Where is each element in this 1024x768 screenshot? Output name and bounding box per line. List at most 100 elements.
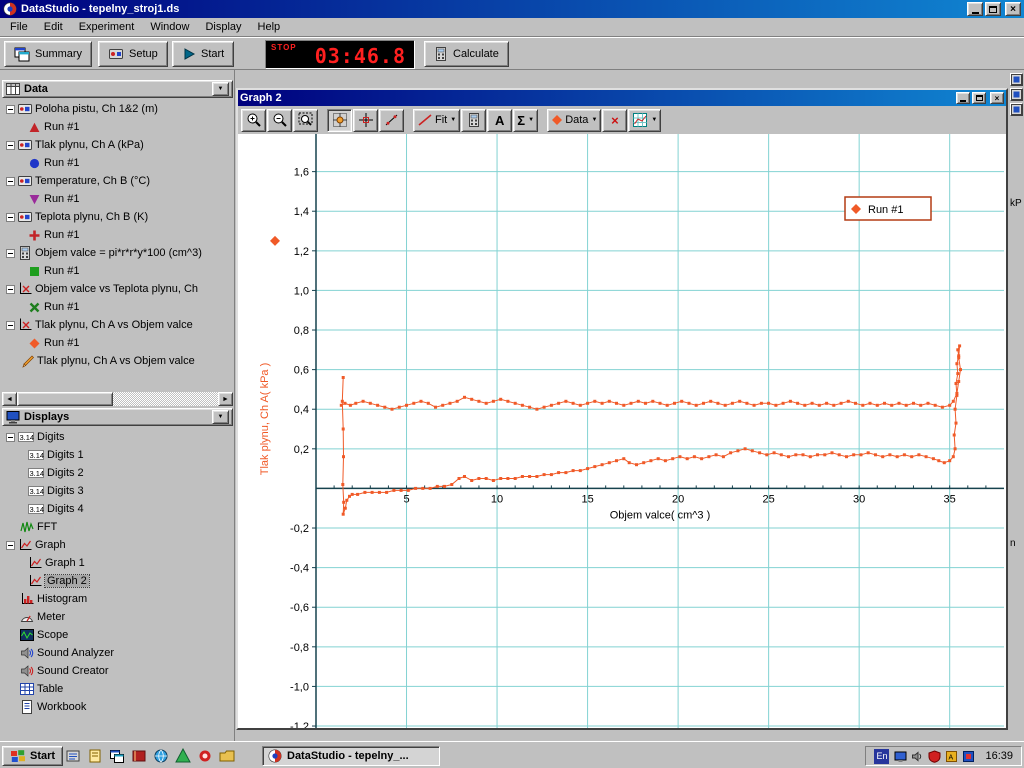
data-item-run-1[interactable]: Run #1	[2, 190, 233, 208]
data-section-header[interactable]: Data ▼	[2, 80, 233, 98]
display-item-scope[interactable]: Scope	[2, 626, 233, 644]
zoom-select-button[interactable]	[293, 109, 318, 132]
scrollbar-track[interactable]	[17, 392, 218, 406]
maximize-button[interactable]	[985, 2, 1001, 16]
display-item-sound-creator[interactable]: Sound Creator	[2, 662, 233, 680]
menu-experiment[interactable]: Experiment	[71, 19, 143, 35]
data-item-tlak-plynu-ch-a-vs-objem-valce[interactable]: Tlak plynu, Ch A vs Objem valce	[2, 316, 233, 334]
taskbar-task-datastudio[interactable]: DataStudio - tepelny_...	[262, 746, 440, 766]
collapse-toggle-icon[interactable]	[6, 213, 15, 222]
data-item-poloha-pistu-ch-1-2-m[interactable]: Poloha pistu, Ch 1&2 (m)	[2, 100, 233, 118]
collapse-toggle-icon[interactable]	[6, 249, 15, 258]
display-item-digits-1[interactable]: 3.14Digits 1	[2, 446, 233, 464]
data-item-objem-valce-vs-teplota-plynu-ch[interactable]: Objem valce vs Teplota plynu, Ch	[2, 280, 233, 298]
data-item-run-1[interactable]: Run #1	[2, 334, 233, 352]
tray-display-icon[interactable]	[894, 750, 907, 763]
calculator-tool-button[interactable]	[461, 109, 486, 132]
background-window-button-2[interactable]	[1010, 88, 1023, 101]
smart-tool-button[interactable]	[353, 109, 378, 132]
scrollbar-thumb[interactable]	[17, 392, 113, 406]
displays-section-header[interactable]: Displays ▼	[2, 408, 233, 426]
remove-data-button[interactable]: ×	[602, 109, 627, 132]
graph2-titlebar[interactable]: Graph 2 ×	[238, 90, 1006, 106]
display-item-graph[interactable]: Graph	[2, 536, 233, 554]
display-item-fft[interactable]: FFT	[2, 518, 233, 536]
background-window-button-3[interactable]	[1010, 103, 1023, 116]
data-item-objem-valce-pi-r-r-y-100-cm-3[interactable]: Objem valce = pi*r*r*y*100 (cm^3)	[2, 244, 233, 262]
graph2-close-button[interactable]: ×	[990, 92, 1004, 104]
statistics-menu-button[interactable]: Σ▼	[513, 109, 538, 132]
quicklaunch-6-icon[interactable]	[174, 747, 191, 764]
collapse-toggle-icon[interactable]	[6, 141, 15, 150]
setup-button[interactable]: Setup	[98, 41, 168, 67]
quicklaunch-1-icon[interactable]	[64, 747, 81, 764]
close-button[interactable]: ×	[1005, 2, 1021, 16]
data-item-run-1[interactable]: Run #1	[2, 298, 233, 316]
menu-window[interactable]: Window	[142, 19, 197, 35]
summary-button[interactable]: Summary	[4, 41, 92, 67]
start-experiment-button[interactable]: Start	[172, 41, 234, 67]
graph2-maximize-button[interactable]	[972, 92, 986, 104]
quicklaunch-7-icon[interactable]	[196, 747, 213, 764]
display-item-sound-analyzer[interactable]: Sound Analyzer	[2, 644, 233, 662]
background-window-button-1[interactable]	[1010, 73, 1023, 86]
data-item-teplota-plynu-ch-b-k[interactable]: Teplota plynu, Ch B (K)	[2, 208, 233, 226]
quicklaunch-8-icon[interactable]	[218, 747, 235, 764]
data-menu-button[interactable]: Data▼	[547, 109, 601, 132]
display-item-table[interactable]: Table	[2, 680, 233, 698]
data-item-run-1[interactable]: Run #1	[2, 262, 233, 280]
text-annotation-button[interactable]: A	[487, 109, 512, 132]
quicklaunch-3-icon[interactable]	[108, 747, 125, 764]
data-item-run-1[interactable]: Run #1	[2, 226, 233, 244]
fit-menu-button[interactable]: Fit▼	[413, 109, 460, 132]
display-item-graph-2[interactable]: Graph 2	[2, 572, 233, 590]
scroll-left-button[interactable]: ◄	[2, 392, 17, 406]
quicklaunch-5-icon[interactable]	[152, 747, 169, 764]
display-item-digits[interactable]: 3.14Digits	[2, 428, 233, 446]
display-item-meter[interactable]: Meter	[2, 608, 233, 626]
calculate-button[interactable]: Calculate	[424, 41, 509, 67]
data-item-tlak-plynu-ch-a-kpa[interactable]: Tlak plynu, Ch A (kPa)	[2, 136, 233, 154]
tray-volume-icon[interactable]	[911, 750, 924, 763]
scroll-right-button[interactable]: ►	[218, 392, 233, 406]
menu-help[interactable]: Help	[250, 19, 289, 35]
menu-edit[interactable]: Edit	[36, 19, 71, 35]
display-item-digits-2[interactable]: 3.14Digits 2	[2, 464, 233, 482]
zoom-out-button[interactable]	[267, 109, 292, 132]
minimize-button[interactable]	[967, 2, 983, 16]
data-item-temperature-ch-b-c[interactable]: Temperature, Ch B (°C)	[2, 172, 233, 190]
quicklaunch-2-icon[interactable]	[86, 747, 103, 764]
tray-app-a-icon[interactable]: A	[945, 750, 958, 763]
collapse-toggle-icon[interactable]	[6, 285, 15, 294]
collapse-toggle-icon[interactable]	[6, 541, 15, 550]
start-button[interactable]: Start	[2, 746, 63, 766]
data-item-run-1[interactable]: Run #1	[2, 154, 233, 172]
zoom-in-button[interactable]	[241, 109, 266, 132]
data-tree-hscrollbar[interactable]: ◄ ►	[2, 392, 233, 406]
quicklaunch-4-icon[interactable]	[130, 747, 147, 764]
graph-settings-menu-button[interactable]: ▼	[628, 109, 661, 132]
language-indicator[interactable]: En	[874, 749, 889, 764]
collapse-toggle-icon[interactable]	[6, 177, 15, 186]
tray-shield-icon[interactable]	[928, 750, 941, 763]
display-item-digits-4[interactable]: 3.14Digits 4	[2, 500, 233, 518]
display-item-digits-3[interactable]: 3.14Digits 3	[2, 482, 233, 500]
window-titlebar[interactable]: DataStudio - tepelny_stroj1.ds ×	[0, 0, 1024, 18]
graph-plot-area[interactable]: 1,61,41,21,00,80,60,40,2-0,2-0,4-0,6-0,8…	[238, 134, 1006, 728]
displays-section-menu-button[interactable]: ▼	[212, 410, 229, 424]
collapse-toggle-icon[interactable]	[6, 321, 15, 330]
graph2-minimize-button[interactable]	[956, 92, 970, 104]
data-item-tlak-plynu-ch-a-vs-objem-valce[interactable]: Tlak plynu, Ch A vs Objem valce	[2, 352, 233, 370]
slope-tool-button[interactable]	[379, 109, 404, 132]
display-item-workbook[interactable]: Workbook	[2, 698, 233, 716]
align-axes-button[interactable]	[327, 109, 352, 132]
data-section-menu-button[interactable]: ▼	[212, 82, 229, 96]
menu-file[interactable]: File	[2, 19, 36, 35]
data-item-run-1[interactable]: Run #1	[2, 118, 233, 136]
menu-display[interactable]: Display	[197, 19, 249, 35]
display-item-graph-1[interactable]: Graph 1	[2, 554, 233, 572]
collapse-toggle-icon[interactable]	[6, 105, 15, 114]
collapse-toggle-icon[interactable]	[6, 433, 15, 442]
tray-app-b-icon[interactable]	[962, 750, 975, 763]
display-item-histogram[interactable]: Histogram	[2, 590, 233, 608]
